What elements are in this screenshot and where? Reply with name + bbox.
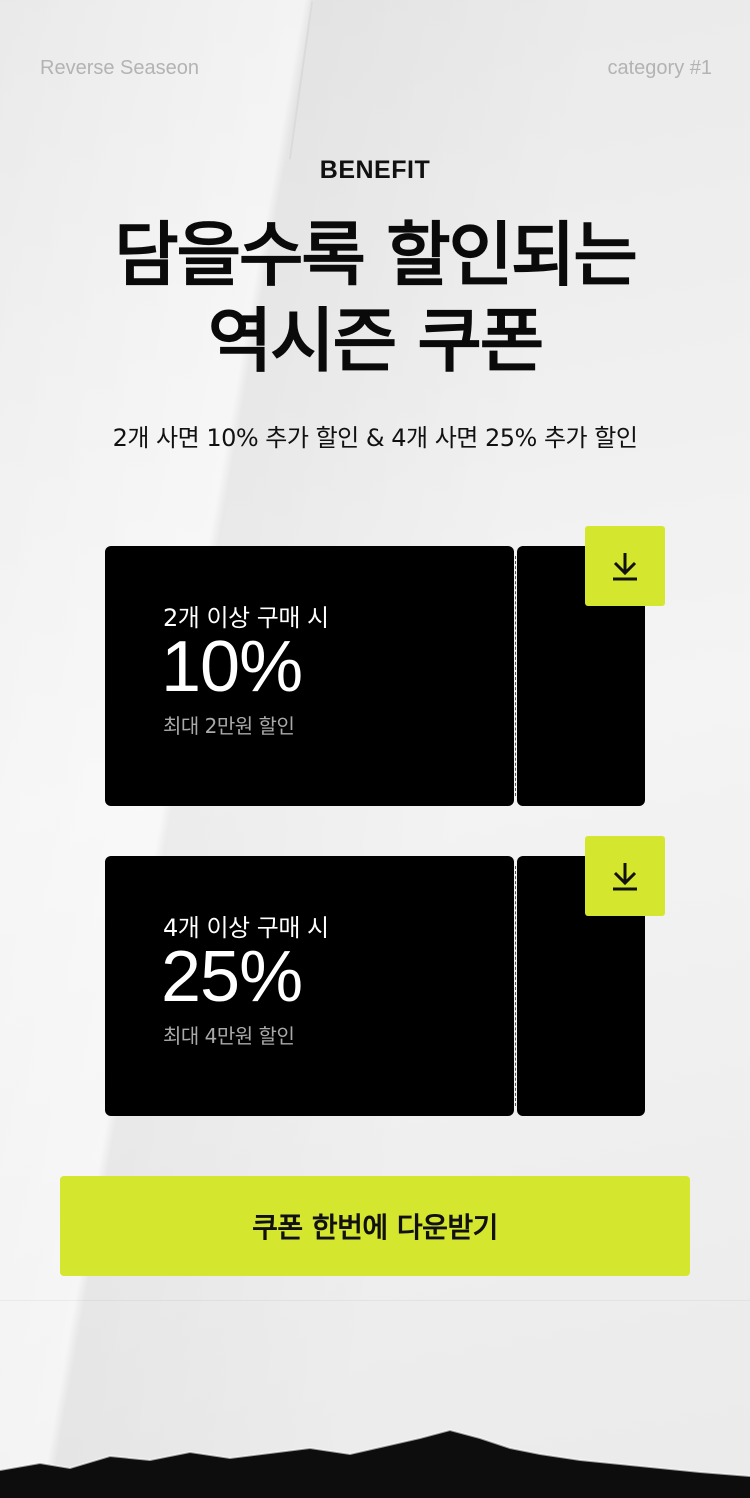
page-title: 담을수록 할인되는 역시즌 쿠폰 — [0, 212, 750, 384]
coupon-download-button[interactable] — [585, 526, 665, 606]
coupon-discount: 10% — [161, 627, 303, 707]
brand-label: Reverse Seaseon — [40, 57, 199, 79]
coupon-perforation — [515, 866, 516, 1106]
coupon-perforation — [515, 556, 516, 796]
title-line-1: 담을수록 할인되는 — [114, 214, 638, 296]
coupon-discount: 25% — [161, 937, 303, 1017]
coupon-download-button[interactable] — [585, 836, 665, 916]
download-icon — [613, 553, 637, 581]
download-icon — [613, 863, 637, 891]
eyebrow-title: BENEFIT — [319, 156, 431, 184]
title-line-2: 역시즌 쿠폰 — [207, 300, 544, 382]
page-subtitle: 2개 사면 10% 추가 할인 & 4개 사면 25% 추가 할인 — [112, 424, 638, 452]
coupon-card-10: 2개 이상 구매 시 10% 최대 2만원 할인 — [105, 526, 665, 806]
torn-paper-edge — [0, 1428, 750, 1498]
coupon-card-25: 4개 이상 구매 시 25% 최대 4만원 할인 — [105, 836, 665, 1116]
category-label: category #1 — [607, 57, 712, 79]
coupon-max-discount: 최대 4만원 할인 — [163, 1024, 295, 1048]
coupon-max-discount: 최대 2만원 할인 — [163, 714, 295, 738]
download-all-coupons-button[interactable]: 쿠폰 한번에 다운받기 — [60, 1176, 690, 1276]
paper-crease — [0, 1300, 750, 1301]
